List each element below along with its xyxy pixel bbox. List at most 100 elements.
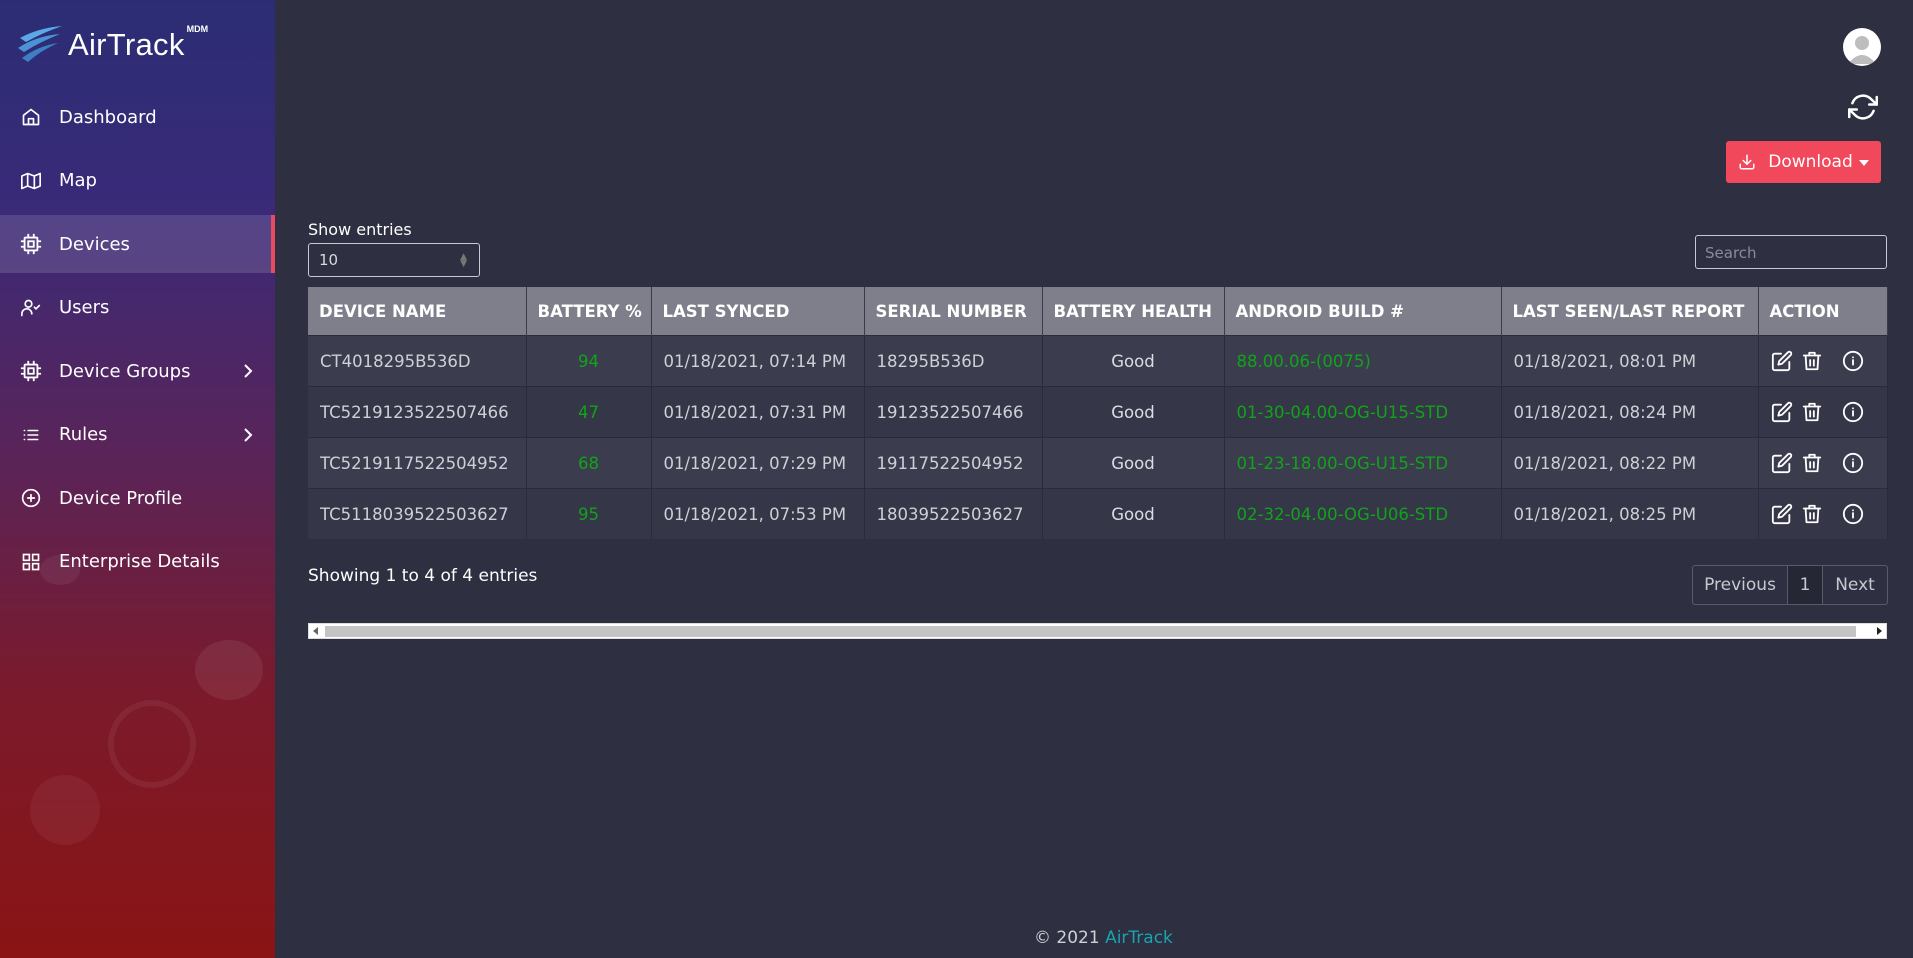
sidebar-item-device-groups[interactable]: Device Groups	[0, 342, 275, 400]
table-row: TC5118039522503627 95 01/18/2021, 07:53 …	[308, 488, 1888, 539]
delete-icon[interactable]	[1801, 452, 1823, 474]
download-button[interactable]: Download	[1726, 141, 1881, 183]
chevron-right-icon	[244, 364, 253, 378]
battery-cell: 47	[526, 386, 652, 438]
serial-number-cell: 19123522507466	[864, 386, 1043, 438]
edit-icon[interactable]	[1771, 401, 1793, 423]
sidebar-item-enterprise-details[interactable]: Enterprise Details	[0, 533, 275, 591]
sidebar-item-label: Map	[59, 170, 97, 191]
sidebar-item-label: Users	[59, 297, 110, 318]
battery-health-cell: Good	[1042, 437, 1225, 489]
refresh-icon[interactable]	[1848, 92, 1878, 122]
footer-link[interactable]: AirTrack	[1105, 928, 1173, 948]
scrollbar-thumb[interactable]	[325, 626, 1856, 637]
background-decoration	[30, 775, 100, 845]
devices-table: DEVICE NAME BATTERY % LAST SYNCED SERIAL…	[308, 287, 1888, 539]
battery-cell: 95	[526, 488, 652, 539]
last-seen-cell: 01/18/2021, 08:01 PM	[1501, 335, 1759, 387]
footer-copyright: © 2021	[1034, 928, 1100, 948]
last-synced-cell: 01/18/2021, 07:29 PM	[651, 437, 865, 489]
serial-number-cell: 19117522504952	[864, 437, 1043, 489]
search-input[interactable]: Search	[1695, 235, 1887, 269]
scroll-right-arrow-icon[interactable]	[1877, 627, 1882, 635]
entries-per-page-select[interactable]: 10 ▲ ▼	[308, 243, 480, 277]
last-seen-cell: 01/18/2021, 08:24 PM	[1501, 386, 1759, 438]
sidebar-item-devices[interactable]: Devices	[0, 215, 275, 273]
info-icon[interactable]	[1842, 503, 1864, 525]
last-synced-cell: 01/18/2021, 07:53 PM	[651, 488, 865, 539]
column-header-last-synced[interactable]: LAST SYNCED	[651, 287, 865, 336]
battery-health-cell: Good	[1042, 335, 1225, 387]
delete-icon[interactable]	[1801, 503, 1823, 525]
show-entries-label: Show entries	[308, 220, 412, 239]
action-cell	[1758, 386, 1888, 438]
device-name-cell: CT4018295B536D	[308, 335, 527, 387]
android-build-cell: 01-30-04.00-OG-U15-STD	[1224, 386, 1502, 438]
entries-select-value: 10	[319, 251, 339, 269]
table-row: TC5219123522507466 47 01/18/2021, 07:31 …	[308, 386, 1888, 438]
delete-icon[interactable]	[1801, 350, 1823, 372]
last-synced-cell: 01/18/2021, 07:31 PM	[651, 386, 865, 438]
column-header-last-seen[interactable]: LAST SEEN/LAST REPORT	[1501, 287, 1759, 336]
action-cell	[1758, 335, 1888, 387]
download-button-label: Download	[1768, 152, 1853, 172]
table-row: CT4018295B536D 94 01/18/2021, 07:14 PM 1…	[308, 335, 1888, 387]
sidebar-item-rules[interactable]: Rules	[0, 406, 275, 464]
entries-summary: Showing 1 to 4 of 4 entries	[308, 566, 538, 586]
battery-health-cell: Good	[1042, 386, 1225, 438]
list-icon	[20, 424, 42, 446]
info-icon[interactable]	[1842, 350, 1864, 372]
sidebar-item-label: Device Profile	[59, 487, 183, 509]
map-icon	[20, 170, 42, 192]
last-seen-cell: 01/18/2021, 08:22 PM	[1501, 437, 1759, 489]
sidebar-item-label: Device Groups	[59, 360, 191, 382]
sidebar-item-users[interactable]: Users	[0, 279, 275, 337]
last-seen-cell: 01/18/2021, 08:25 PM	[1501, 488, 1759, 539]
column-header-serial-number[interactable]: SERIAL NUMBER	[864, 287, 1043, 336]
edit-icon[interactable]	[1771, 452, 1793, 474]
chip-icon	[20, 360, 42, 382]
caret-down-icon	[1858, 160, 1869, 166]
sidebar-item-label: Enterprise Details	[59, 551, 220, 572]
grid-icon	[20, 551, 42, 573]
scroll-left-arrow-icon[interactable]	[313, 627, 318, 635]
column-header-battery-health[interactable]: BATTERY HEALTH	[1042, 287, 1225, 336]
previous-page-button[interactable]: Previous	[1693, 566, 1788, 604]
android-build-cell: 88.00.06-(0075)	[1224, 335, 1502, 387]
app-logo[interactable]: AirTrack MDM	[18, 22, 208, 62]
brand-name: AirTrack	[68, 27, 185, 62]
download-icon	[1739, 154, 1755, 170]
page-1-button[interactable]: 1	[1788, 566, 1823, 604]
battery-health-cell: Good	[1042, 488, 1225, 539]
column-header-android-build[interactable]: ANDROID BUILD #	[1224, 287, 1502, 336]
device-name-cell: TC5219123522507466	[308, 386, 527, 438]
serial-number-cell: 18295B536D	[864, 335, 1043, 387]
column-header-action: ACTION	[1758, 287, 1888, 336]
brand-superscript: MDM	[186, 24, 209, 34]
column-header-device-name[interactable]: DEVICE NAME	[308, 287, 527, 336]
sidebar-item-label: Devices	[59, 233, 130, 255]
select-arrows-icon: ▲ ▼	[460, 252, 467, 269]
user-avatar[interactable]	[1843, 28, 1881, 66]
edit-icon[interactable]	[1771, 350, 1793, 372]
android-build-cell: 02-32-04.00-OG-U06-STD	[1224, 488, 1502, 539]
info-icon[interactable]	[1842, 401, 1864, 423]
sidebar-item-label: Rules	[59, 424, 108, 445]
sidebar-item-dashboard[interactable]: Dashboard	[0, 88, 275, 146]
background-decoration	[195, 640, 263, 700]
sidebar: AirTrack MDM Dashboard Map Devices Users…	[0, 0, 275, 958]
serial-number-cell: 18039522503627	[864, 488, 1043, 539]
next-page-button[interactable]: Next	[1823, 566, 1887, 604]
edit-icon[interactable]	[1771, 503, 1793, 525]
sidebar-item-device-profile[interactable]: Device Profile	[0, 469, 275, 527]
table-header-row: DEVICE NAME BATTERY % LAST SYNCED SERIAL…	[308, 287, 1888, 336]
horizontal-scrollbar[interactable]	[308, 623, 1887, 639]
airtrack-wing-icon	[18, 26, 62, 62]
android-build-cell: 01-23-18.00-OG-U15-STD	[1224, 437, 1502, 489]
sidebar-item-map[interactable]: Map	[0, 152, 275, 210]
battery-cell: 68	[526, 437, 652, 489]
battery-cell: 94	[526, 335, 652, 387]
delete-icon[interactable]	[1801, 401, 1823, 423]
column-header-battery[interactable]: BATTERY %	[526, 287, 652, 336]
info-icon[interactable]	[1842, 452, 1864, 474]
